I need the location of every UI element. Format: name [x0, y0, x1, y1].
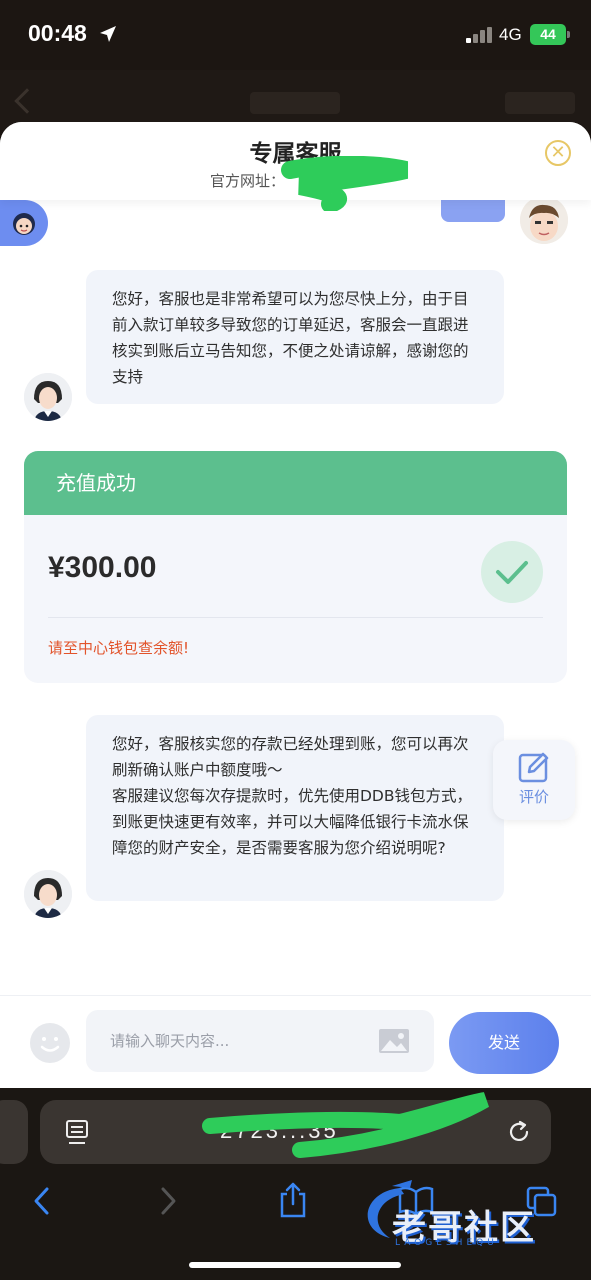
rate-button[interactable]: 评价: [493, 740, 575, 820]
agent-avatar: [24, 870, 72, 918]
status-bar: 00:48 4G 44: [0, 0, 591, 70]
customer-service-modal: 专属客服 官方网址： ✕ 您好，客服也是非常希望可以为您尽快上分，由于目前入款订…: [0, 122, 591, 1088]
background-action-placeholder: [505, 92, 575, 114]
previous-user-message: [441, 200, 505, 222]
location-arrow-icon: [100, 26, 116, 42]
network-type: 4G: [499, 25, 522, 44]
input-placeholder: 请输入聊天内容...: [110, 1032, 230, 1050]
address-bar[interactable]: 2723...35: [40, 1092, 551, 1164]
recharge-card-title: 充值成功: [24, 451, 567, 515]
chat-message-input[interactable]: 请输入聊天内容...: [86, 1010, 434, 1072]
message-input-bar: 请输入聊天内容... 发送: [0, 995, 591, 1088]
send-button[interactable]: 发送: [449, 1012, 559, 1074]
signal-icon: [466, 27, 492, 43]
smiley-icon: [40, 1037, 60, 1052]
page-menu-icon[interactable]: [66, 1120, 88, 1146]
background-title-placeholder: [250, 92, 340, 114]
agent-message: 您好，客服也是非常希望可以为您尽快上分，由于目前入款订单较多导致您的订单延迟，客…: [86, 270, 504, 404]
share-icon[interactable]: [278, 1182, 308, 1218]
check-circle-icon: [481, 541, 543, 603]
background-page-header: [0, 70, 591, 130]
agent-face-icon: [13, 213, 35, 235]
battery-indicator: 44: [530, 24, 566, 45]
edit-icon: [518, 752, 549, 783]
emoji-button[interactable]: [30, 1023, 70, 1063]
agent-avatar: [24, 373, 72, 421]
modal-header: 专属客服 官方网址： ✕: [0, 122, 591, 211]
card-divider: [48, 617, 543, 618]
recharge-amount: ¥300.00: [48, 551, 157, 584]
watermark-subtext: LAOGESHEQU: [395, 1238, 498, 1248]
agent-message-text: 您好，客服核实您的存款已经处理到账，您可以再次刷新确认账户中额度哦～ 客服建议您…: [112, 735, 473, 857]
user-avatar: [520, 196, 568, 244]
reload-icon[interactable]: [506, 1119, 532, 1145]
wallet-note: 请至中心钱包查余额!: [48, 639, 190, 657]
image-upload-icon[interactable]: [378, 1028, 410, 1054]
chat-area[interactable]: 您好，客服也是非常希望可以为您尽快上分，由于目前入款订单较多导致您的订单延迟，客…: [0, 196, 591, 995]
agent-tab[interactable]: [0, 200, 48, 246]
redaction-scribble: [281, 156, 409, 211]
agent-message-text: 您好，客服也是非常希望可以为您尽快上分，由于目前入款订单较多导致您的订单延迟，客…: [112, 290, 469, 386]
status-time: 00:48: [28, 20, 87, 46]
battery-tip-icon: [567, 31, 570, 38]
back-icon[interactable]: [30, 1186, 54, 1216]
previous-tab-peek[interactable]: [0, 1100, 28, 1164]
agent-message: 您好，客服核实您的存款已经处理到账，您可以再次刷新确认账户中额度哦～ 客服建议您…: [86, 715, 504, 901]
redaction-scribble: [202, 1092, 489, 1158]
home-indicator: [189, 1262, 401, 1268]
forward-icon[interactable]: [156, 1186, 180, 1216]
back-icon: [14, 88, 40, 114]
rate-label: 评价: [518, 788, 549, 806]
close-button[interactable]: ✕: [545, 140, 571, 166]
recharge-success-card: 充值成功 ¥300.00 请至中心钱包查余额!: [24, 451, 567, 683]
browser-chrome: 2723...35 老哥社区 LAOGESHEQU: [0, 1088, 591, 1280]
